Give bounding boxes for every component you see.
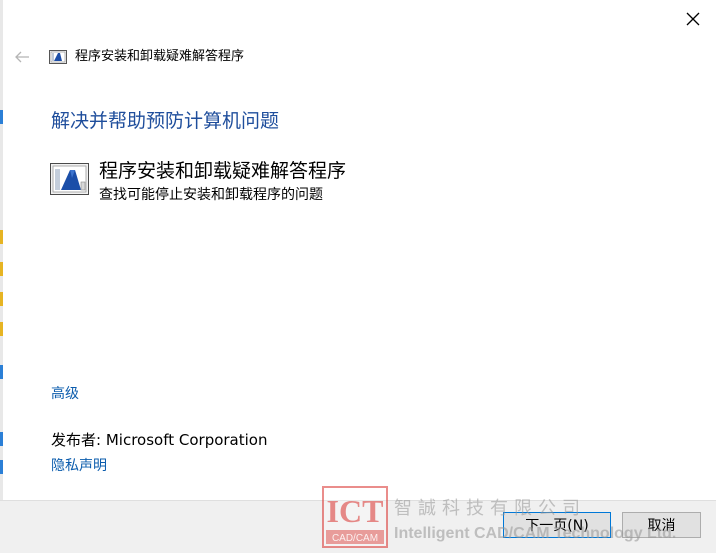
edge-mark [0, 230, 3, 244]
publisher-line: 发布者: Microsoft Corporation [51, 430, 267, 450]
next-button[interactable]: 下一页(N) [503, 512, 611, 538]
footer-bar: 下一页(N) 取消 [0, 500, 716, 553]
troubleshooter-item-text: 程序安装和卸载疑难解答程序 查找可能停止安装和卸载程序的问题 [99, 158, 346, 205]
troubleshooter-item-description: 查找可能停止安装和卸载程序的问题 [99, 187, 323, 203]
background-window-edge [0, 0, 3, 553]
advanced-link[interactable]: 高级 [51, 384, 79, 404]
close-icon [686, 12, 700, 26]
edge-mark [0, 322, 3, 336]
privacy-link[interactable]: 隐私声明 [51, 456, 107, 476]
back-arrow-icon [15, 51, 29, 63]
edge-mark [0, 110, 3, 124]
publisher-name: Microsoft Corporation [105, 431, 268, 449]
troubleshooter-item[interactable]: 程序安装和卸载疑难解答程序 查找可能停止安装和卸载程序的问题 [50, 158, 346, 205]
edge-mark [0, 460, 3, 474]
edge-mark [0, 432, 3, 446]
close-button[interactable] [682, 8, 704, 30]
troubleshooter-icon [50, 163, 89, 195]
window-title: 程序安装和卸载疑难解答程序 [75, 49, 245, 64]
publisher-label: 发布者: [51, 431, 102, 449]
edge-mark [0, 365, 3, 379]
page-heading: 解决并帮助预防计算机问题 [51, 110, 280, 132]
back-button[interactable] [12, 47, 32, 67]
edge-mark [0, 292, 3, 306]
troubleshooter-window: 程序安装和卸载疑难解答程序 解决并帮助预防计算机问题 程序安装和卸载疑难解答程序… [0, 0, 716, 553]
troubleshooter-icon [49, 50, 67, 64]
cancel-button[interactable]: 取消 [622, 512, 701, 538]
edge-mark [0, 262, 3, 276]
troubleshooter-item-title: 程序安装和卸载疑难解答程序 [99, 160, 347, 182]
